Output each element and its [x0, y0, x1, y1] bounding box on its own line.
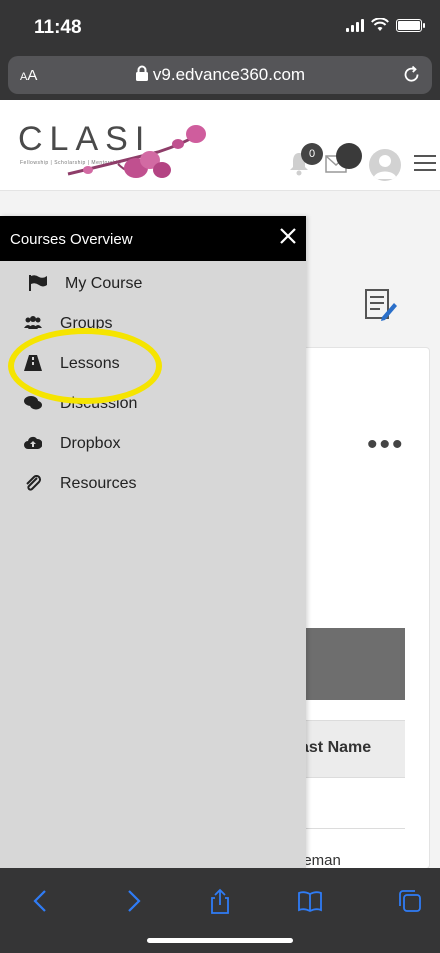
magnolia-branch-icon [67, 125, 206, 178]
table-header-last-name: ast Name [300, 739, 372, 756]
browser-address-area: AA v9.edvance360.com [0, 50, 440, 100]
address-bar[interactable]: AA v9.edvance360.com [8, 56, 432, 94]
url-display[interactable]: v9.edvance360.com [8, 65, 432, 85]
menu-item-my-course[interactable]: My Course [0, 263, 306, 303]
users-icon [24, 316, 42, 329]
back-icon[interactable] [28, 888, 54, 914]
highlight-annotation [8, 328, 162, 404]
hamburger-menu-icon[interactable] [414, 154, 436, 172]
share-icon[interactable] [207, 888, 233, 914]
url-text: v9.edvance360.com [152, 65, 306, 84]
close-icon[interactable] [278, 226, 298, 246]
forward-icon[interactable] [120, 888, 146, 914]
signal-icon [346, 18, 364, 32]
avatar[interactable] [369, 149, 401, 181]
bookmarks-icon[interactable] [297, 888, 323, 914]
wifi-icon [371, 18, 389, 31]
status-time: 11:48 [34, 17, 82, 38]
clasi-logo[interactable]: CLASI Fellowship | Scholarship | Mentors… [18, 120, 208, 180]
reload-icon[interactable] [402, 65, 422, 85]
message-badge[interactable] [336, 143, 362, 169]
comments-icon [24, 396, 42, 410]
home-indicator [147, 938, 293, 943]
table-cell: leman [300, 852, 341, 869]
tabs-icon[interactable] [397, 888, 423, 914]
lock-icon [135, 65, 148, 81]
status-bar: 11:48 [0, 0, 440, 50]
status-icons [346, 18, 425, 32]
menu-item-dropbox[interactable]: Dropbox [0, 423, 306, 463]
edit-notes-icon[interactable] [362, 287, 398, 323]
content-card [285, 347, 430, 869]
more-options-icon[interactable]: ••• [367, 428, 405, 462]
panel-title: Courses Overview [10, 231, 133, 248]
cloud-upload-icon [24, 436, 42, 449]
user-silhouette-icon [373, 155, 397, 179]
battery-icon [396, 18, 425, 32]
paperclip-icon [26, 475, 42, 491]
flag-icon [29, 275, 47, 291]
courses-side-panel: Courses Overview My Course Groups Lesson… [0, 216, 306, 868]
panel-header: Courses Overview [0, 216, 306, 261]
notification-badge[interactable]: 0 [301, 143, 323, 165]
menu-item-resources[interactable]: Resources [0, 463, 306, 503]
